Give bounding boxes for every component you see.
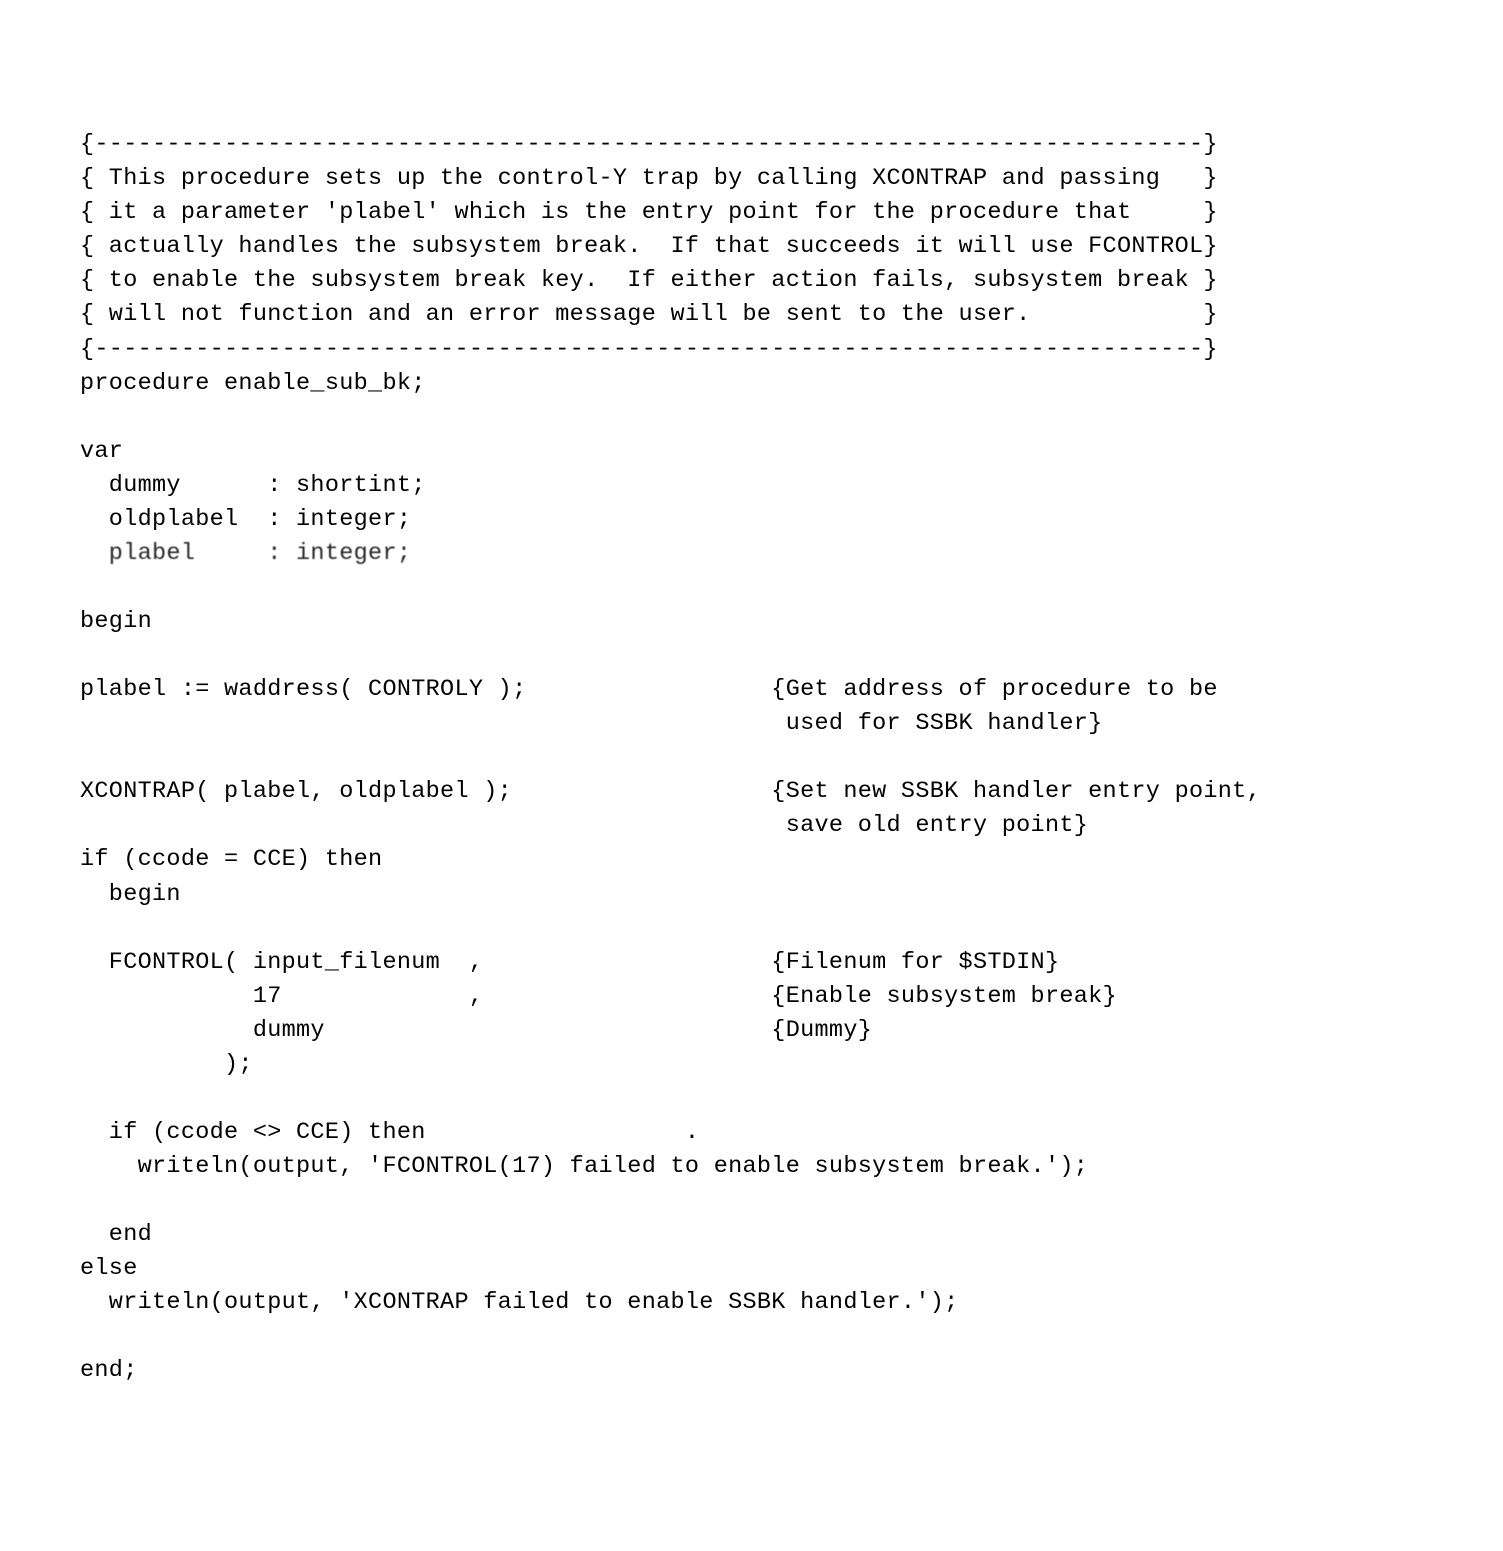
code-line: if (ccode <> CCE) then . xyxy=(80,1119,699,1146)
code-line: writeln(output, 'FCONTROL(17) failed to … xyxy=(80,1153,1088,1180)
code-line: var xyxy=(80,438,123,465)
code-line: used for SSBK handler} xyxy=(80,710,1103,737)
code-line: if (ccode = CCE) then xyxy=(80,846,382,873)
code-line: { actually handles the subsystem break. … xyxy=(80,233,1218,260)
code-line: { This procedure sets up the control-Y t… xyxy=(80,165,1218,192)
code-line: plabel : integer; xyxy=(80,540,411,567)
code-line: procedure enable_sub_bk; xyxy=(80,370,426,397)
code-line: end; xyxy=(80,1357,138,1384)
code-line: begin xyxy=(80,881,181,908)
code-line: else xyxy=(80,1255,138,1282)
code-line: { it a parameter 'plabel' which is the e… xyxy=(80,199,1218,226)
code-listing: {---------------------------------------… xyxy=(80,128,1423,1388)
code-line: FCONTROL( input_filenum , {Filenum for $… xyxy=(80,949,1059,976)
code-line: dummy {Dummy} xyxy=(80,1017,872,1044)
code-line: plabel := waddress( CONTROLY ); {Get add… xyxy=(80,676,1218,703)
code-line: writeln(output, 'XCONTRAP failed to enab… xyxy=(80,1289,959,1316)
code-line: XCONTRAP( plabel, oldplabel ); {Set new … xyxy=(80,778,1261,805)
code-line: oldplabel : integer; xyxy=(80,506,411,533)
code-line: 17 , {Enable subsystem break} xyxy=(80,983,1117,1010)
code-line: end xyxy=(80,1221,152,1248)
code-line: begin xyxy=(80,608,152,635)
code-line: { will not function and an error message… xyxy=(80,301,1218,328)
code-line: ); xyxy=(80,1051,253,1078)
code-line: {---------------------------------------… xyxy=(80,131,1218,158)
code-line: { to enable the subsystem break key. If … xyxy=(80,267,1218,294)
code-line: {---------------------------------------… xyxy=(80,336,1218,363)
code-line: dummy : shortint; xyxy=(80,472,426,499)
code-line: save old entry point} xyxy=(80,812,1088,839)
